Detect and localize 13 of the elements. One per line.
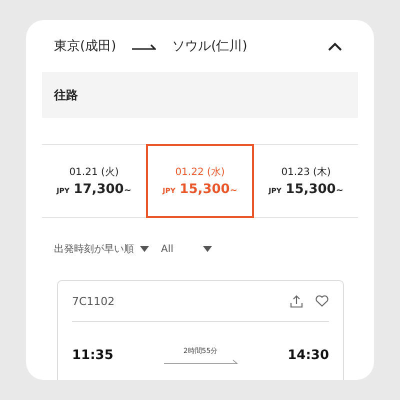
heart-icon[interactable] bbox=[315, 295, 329, 307]
filter-dropdown[interactable]: 出発時刻が早い順 bbox=[54, 242, 149, 256]
caret-icon bbox=[140, 246, 149, 252]
section-title: 往路 bbox=[54, 86, 78, 104]
filter-dropdown[interactable]: All bbox=[161, 244, 212, 254]
destination-city: ソウル(仁川) bbox=[172, 38, 248, 55]
origin-city: 東京(成田) bbox=[54, 38, 116, 55]
flight-number: 7C1102 bbox=[72, 294, 115, 308]
share-icon[interactable] bbox=[290, 294, 303, 308]
caret-icon bbox=[203, 246, 212, 252]
departure-time: 11:35 bbox=[72, 348, 114, 362]
chevron-up-icon bbox=[328, 42, 342, 50]
arrival-time: 14:30 bbox=[288, 348, 329, 362]
